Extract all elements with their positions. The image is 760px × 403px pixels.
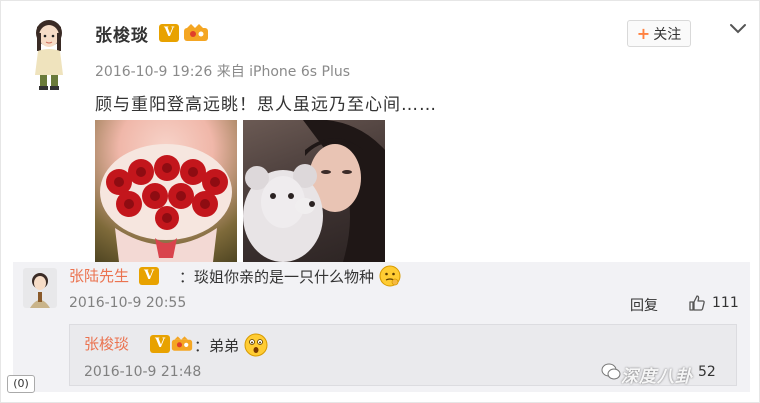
- follow-button[interactable]: + 关注: [627, 20, 691, 47]
- weibo-post-card: 张梭琰 V + 关注 2016-10-9 19:26 来自 iPhone 6s …: [0, 0, 760, 403]
- commenter-avatar-image: [30, 273, 50, 308]
- like-count: 111: [712, 295, 739, 311]
- reply-text: ：弟弟: [194, 333, 268, 357]
- author-avatar[interactable]: [23, 13, 75, 93]
- verified-icon: V: [150, 335, 170, 353]
- teddy-bear-selfie-photo[interactable]: [243, 120, 385, 262]
- roses-photo[interactable]: [95, 120, 237, 262]
- comment-text: ：琰姐你亲的是一只什么物种: [179, 265, 401, 287]
- verified-icon: V: [139, 267, 159, 285]
- reply-text-content: ：弟弟: [194, 337, 240, 355]
- chevron-down-icon[interactable]: [728, 19, 748, 39]
- commenter-name[interactable]: 张陆先生: [69, 265, 129, 286]
- vip-crown-icon: [184, 24, 208, 41]
- thinking-emoji-icon: [379, 265, 401, 287]
- author-name[interactable]: 张梭琰: [95, 21, 149, 46]
- thumbs-up-icon[interactable]: [688, 294, 706, 312]
- follow-label: 关注: [653, 26, 682, 43]
- comment-time: 2016-10-9 20:55: [69, 295, 187, 311]
- vip-crown-icon: [171, 336, 193, 351]
- selfie-image: [243, 120, 385, 262]
- reply-like-count: 52: [698, 364, 716, 380]
- roses-image: [100, 144, 232, 262]
- post-meta: 2016-10-9 19:26 来自 iPhone 6s Plus: [95, 64, 351, 80]
- reply-time: 2016-10-9 21:48: [84, 364, 202, 380]
- comment-text-content: ：琰姐你亲的是一只什么物种: [179, 268, 375, 286]
- reply-author-name[interactable]: 张梭琰: [84, 333, 129, 354]
- surprised-emoji-icon: [244, 333, 268, 357]
- watermark: 深度八卦: [621, 367, 693, 387]
- reply-button[interactable]: 回复: [630, 295, 658, 315]
- plus-icon: +: [636, 24, 651, 43]
- corner-tag: (0): [7, 375, 35, 393]
- wechat-icon: [601, 363, 621, 380]
- commenter-avatar[interactable]: [23, 268, 57, 308]
- post-text: 顾与重阳登高远眺！思人虽远乃至心间……: [95, 95, 437, 115]
- verified-icon: V: [159, 24, 179, 42]
